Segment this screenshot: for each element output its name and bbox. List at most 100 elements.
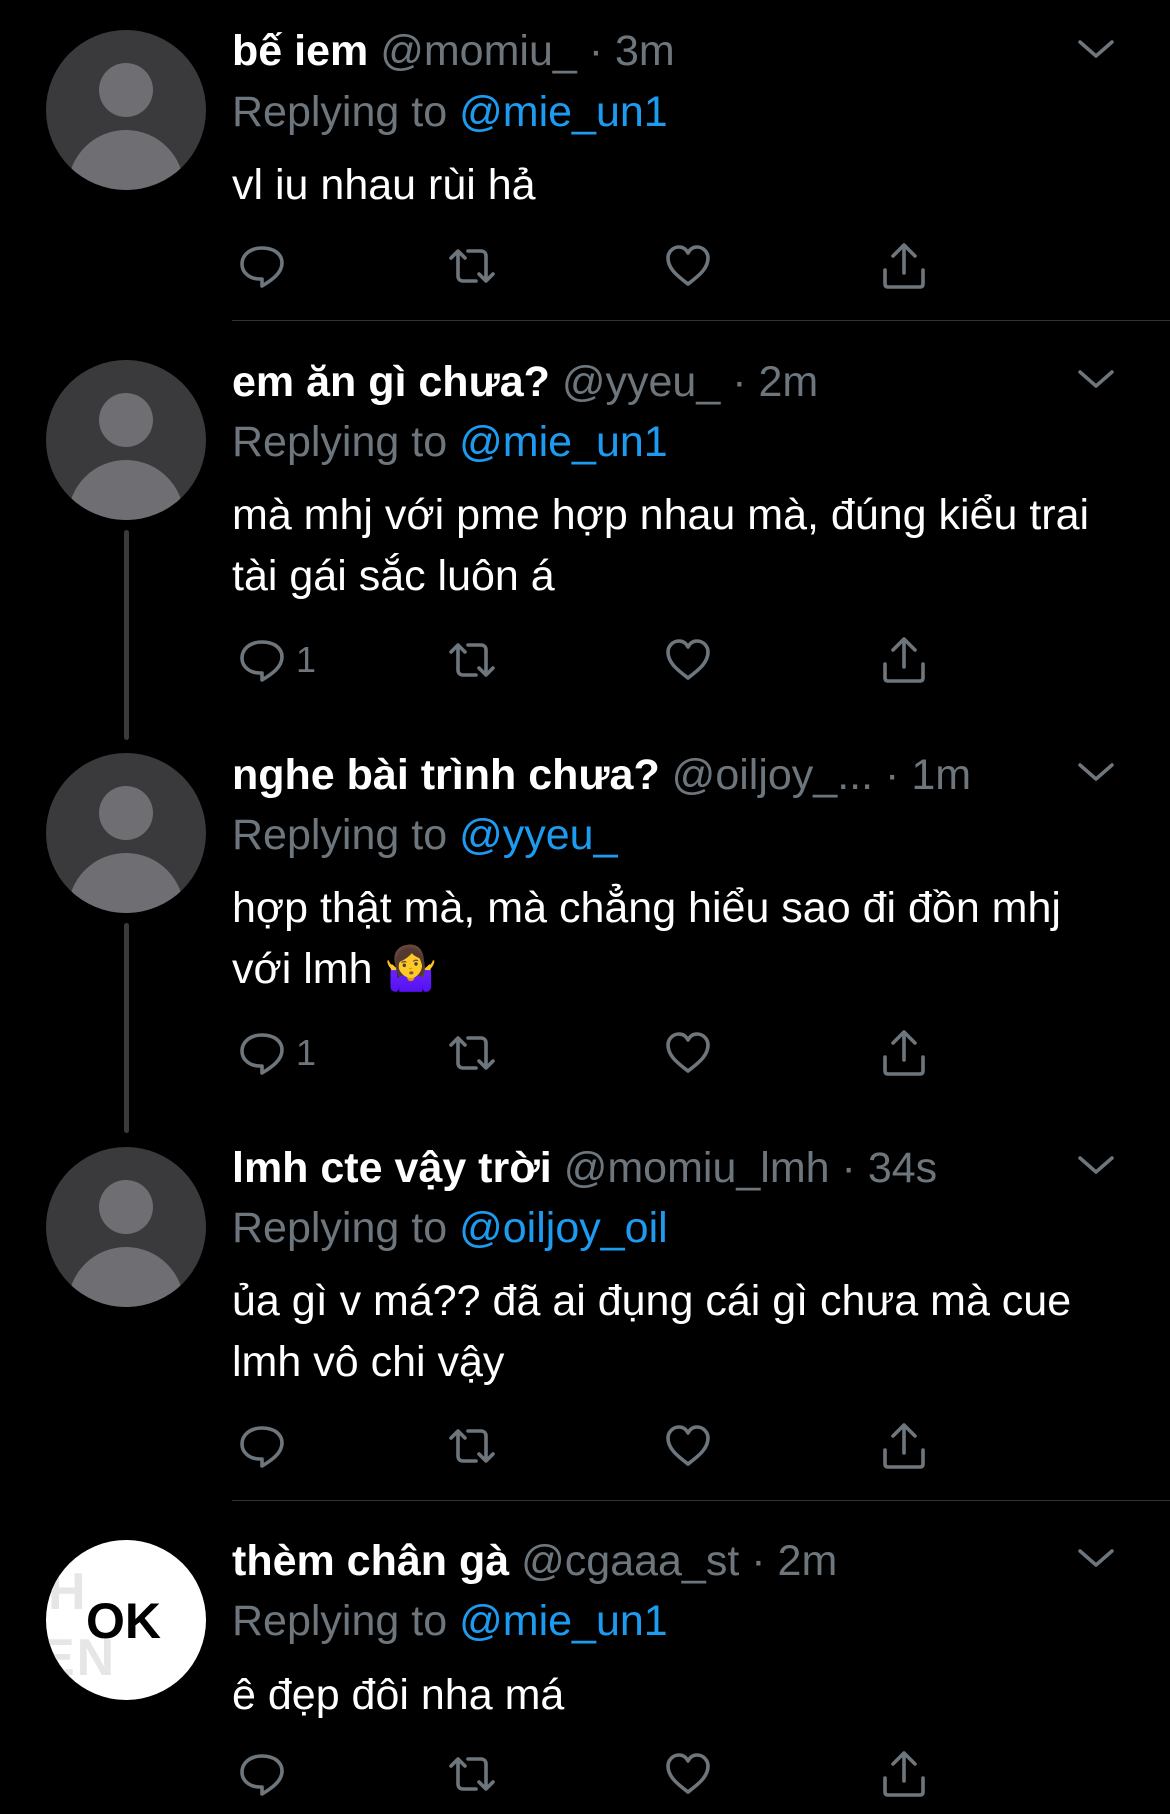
tweet-header: thèm chân gà @cgaaa_st · 2m <box>232 1535 1110 1587</box>
like-button[interactable] <box>662 632 714 688</box>
avatar[interactable] <box>46 753 206 913</box>
like-button[interactable] <box>662 238 714 294</box>
avatar-body <box>68 130 184 190</box>
separator-dot: · <box>732 358 747 406</box>
avatar[interactable] <box>46 30 206 190</box>
share-button[interactable] <box>878 1025 930 1081</box>
avatar[interactable] <box>46 360 206 520</box>
tweet-header: lmh cte vậy trời @momiu_lmh · 34s <box>232 1142 1110 1194</box>
tweet-header: em ăn gì chưa? @yyeu_ · 2m <box>232 356 1110 408</box>
heart-icon <box>666 245 710 286</box>
reply-icon <box>240 640 284 682</box>
reply-icon <box>240 246 284 288</box>
share-icon <box>883 1423 925 1469</box>
timestamp[interactable]: 2m <box>758 358 818 406</box>
chevron-down-icon[interactable] <box>1076 30 1116 70</box>
share-icon <box>883 637 925 683</box>
tweet-text: mà mhj với pme hợp nhau mà, đúng kiểu tr… <box>232 491 1090 600</box>
retweet-icon <box>449 249 495 283</box>
chevron-down-icon[interactable] <box>1076 360 1116 400</box>
reply-button[interactable] <box>236 1418 296 1474</box>
username[interactable]: @oiljoy_... <box>672 751 873 799</box>
avatar-head <box>99 393 153 447</box>
retweet-button[interactable] <box>446 238 498 294</box>
display-name[interactable]: thèm chân gà <box>232 1537 509 1585</box>
reply-button[interactable] <box>236 238 296 294</box>
avatar-head <box>99 786 153 840</box>
timestamp[interactable]: 2m <box>778 1537 838 1585</box>
username[interactable]: @cgaaa_st <box>521 1537 739 1585</box>
chevron-down-icon[interactable] <box>1076 1146 1116 1186</box>
heart-icon <box>666 1032 710 1073</box>
display-name[interactable]: lmh cte vậy trời <box>232 1144 552 1192</box>
username[interactable]: @yyeu_ <box>562 358 720 406</box>
retweet-button[interactable] <box>446 1025 498 1081</box>
retweet-button[interactable] <box>446 632 498 688</box>
replying-to-label: Replying to <box>232 1597 448 1645</box>
retweet-icon <box>449 1036 495 1070</box>
reply-count: 1 <box>296 639 317 680</box>
retweet-icon <box>449 643 495 677</box>
like-button[interactable] <box>662 1025 714 1081</box>
reply-icon <box>240 1033 284 1075</box>
share-icon <box>883 1751 925 1797</box>
share-button[interactable] <box>878 1746 930 1802</box>
timestamp[interactable]: 3m <box>615 27 675 75</box>
chevron-down-icon[interactable] <box>1076 753 1116 793</box>
mention-link[interactable]: @mie_un1 <box>459 88 668 136</box>
retweet-button[interactable] <box>446 1418 498 1474</box>
mention-link[interactable]: @mie_un1 <box>459 1597 668 1645</box>
mention-link[interactable]: @yyeu_ <box>459 811 617 859</box>
avatar[interactable]: H EN BA OK <box>46 1540 206 1700</box>
avatar[interactable] <box>46 1147 206 1307</box>
avatar-body <box>68 853 184 913</box>
reply-icon <box>240 1754 284 1796</box>
heart-icon <box>666 1425 710 1466</box>
like-button[interactable] <box>662 1746 714 1802</box>
reply-button[interactable]: 1 <box>236 632 316 688</box>
mention-link[interactable]: @oiljoy_oil <box>459 1204 668 1252</box>
tweet-header: bế iem @momiu_ · 3m <box>232 25 1110 77</box>
replying-to-label: Replying to <box>232 88 448 136</box>
replying-to: Replying to @mie_un1 <box>232 1595 668 1647</box>
heart-icon <box>666 1753 710 1794</box>
chevron-down-icon[interactable] <box>1076 1539 1116 1579</box>
separator-dot: · <box>588 27 604 75</box>
tweet-actions: 1 <box>232 1025 952 1085</box>
thread-line <box>124 530 129 740</box>
retweet-icon <box>449 1429 495 1463</box>
avatar-background-text: H <box>48 1563 88 1621</box>
tweet-actions <box>232 238 952 298</box>
tweet-text: ê đẹp đôi nha má <box>232 1671 565 1719</box>
reply-button[interactable]: 1 <box>236 1025 316 1081</box>
retweet-button[interactable] <box>446 1746 498 1802</box>
replying-to-label: Replying to <box>232 1204 448 1252</box>
tweet-actions <box>232 1418 952 1478</box>
display-name[interactable]: em ăn gì chưa? <box>232 358 550 406</box>
avatar-body <box>68 460 184 520</box>
separator-dot: · <box>841 1144 856 1192</box>
timestamp[interactable]: 1m <box>911 751 971 799</box>
separator-dot: · <box>751 1537 766 1585</box>
username[interactable]: @momiu_ <box>380 27 577 75</box>
replying-to-label: Replying to <box>232 418 448 466</box>
reply-icon <box>240 1426 284 1468</box>
display-name[interactable]: bế iem <box>232 27 368 75</box>
separator-dot: · <box>885 751 900 799</box>
replying-to: Replying to @mie_un1 <box>232 416 668 468</box>
mention-link[interactable]: @mie_un1 <box>459 418 668 466</box>
retweet-icon <box>449 1757 495 1791</box>
like-button[interactable] <box>662 1418 714 1474</box>
username[interactable]: @momiu_lmh <box>564 1144 830 1192</box>
avatar-head <box>99 1180 153 1234</box>
avatar-ok-text: OK <box>86 1593 161 1649</box>
share-button[interactable] <box>878 1418 930 1474</box>
timestamp[interactable]: 34s <box>868 1144 937 1192</box>
thread-line <box>124 923 129 1133</box>
display-name[interactable]: nghe bài trình chưa? <box>232 751 660 799</box>
reply-button[interactable] <box>236 1746 296 1802</box>
share-button[interactable] <box>878 238 930 294</box>
share-icon <box>883 243 925 289</box>
tweet-text: hợp thật mà, mà chẳng hiểu sao đi đồn mh… <box>232 884 1061 993</box>
share-button[interactable] <box>878 632 930 688</box>
